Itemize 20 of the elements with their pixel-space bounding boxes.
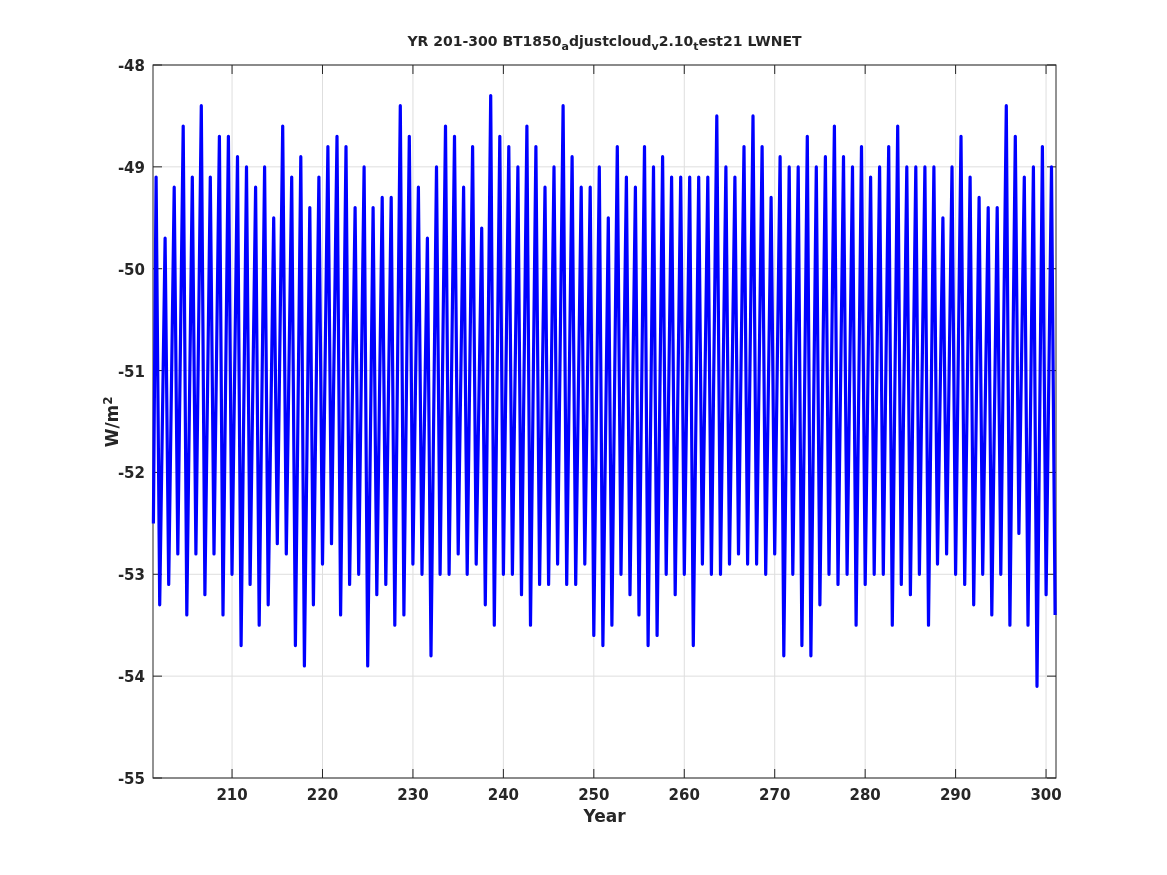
x-tick-label: 220 xyxy=(306,786,339,804)
x-tick-label: 270 xyxy=(759,786,791,804)
y-tick-label: -53 xyxy=(117,566,145,585)
chart-title: YR 201-300 BT1850$_{a}$djustcloud$_{v}$2.10$_{t}$est21 LWNET xyxy=(407,33,802,53)
x-axis-label: Year xyxy=(583,806,626,826)
y-tick-label: -48 xyxy=(117,57,145,75)
y-tick-label: -52 xyxy=(117,464,145,483)
y-tick-label: -55 xyxy=(117,770,145,788)
y-tick-label: -54 xyxy=(117,668,145,687)
y-tick-label: -50 xyxy=(117,260,145,279)
x-tick-label: 250 xyxy=(578,786,610,804)
x-tick-label: 300 xyxy=(1030,786,1062,804)
x-tick-label: 260 xyxy=(668,786,700,804)
y-tick-label: -51 xyxy=(117,362,145,381)
x-tick-label: 230 xyxy=(397,786,429,804)
y-tick-label: -49 xyxy=(117,158,145,177)
x-tick-label: 280 xyxy=(849,786,881,804)
x-tick-label: 290 xyxy=(939,786,972,804)
x-tick-label: 210 xyxy=(216,786,248,804)
x-tick-label: 240 xyxy=(487,786,520,804)
